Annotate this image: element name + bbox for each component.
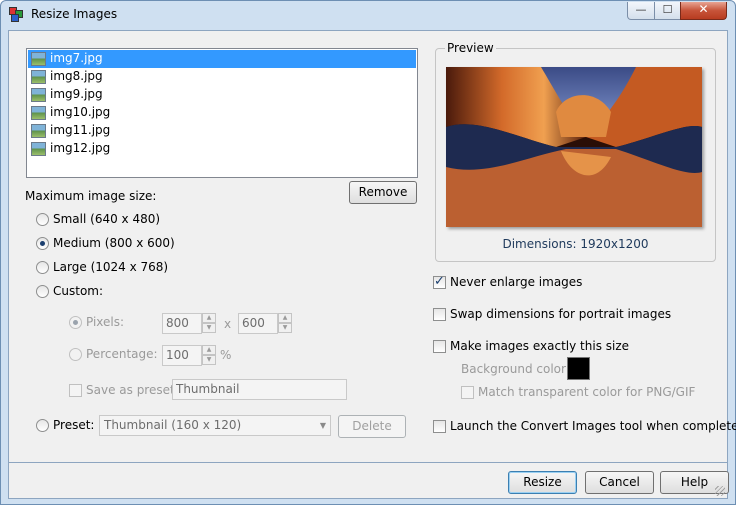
image-file-icon <box>31 52 46 66</box>
launch-convert-label[interactable]: Launch the Convert Images tool when comp… <box>450 419 736 433</box>
times-label: x <box>224 317 232 331</box>
exact-size-label[interactable]: Make images exactly this size <box>450 339 629 353</box>
percentage-stepper[interactable]: ▲ ▼ <box>202 345 216 366</box>
preview-title: Preview <box>445 41 496 55</box>
save-preset-checkbox[interactable] <box>69 384 82 397</box>
preset-label[interactable]: Preset: <box>53 418 94 432</box>
max-size-label: Maximum image size: <box>25 189 157 203</box>
list-item[interactable]: img11.jpg <box>28 122 416 140</box>
minimize-icon: — <box>635 3 647 16</box>
background-color-label: Background color: <box>461 362 570 376</box>
window-title: Resize Images <box>31 7 118 21</box>
title-bar[interactable]: Resize Images — ☐ ✕ <box>1 1 735 29</box>
list-item[interactable]: img9.jpg <box>28 86 416 104</box>
list-item[interactable]: img7.jpg <box>28 50 416 68</box>
percentage-field[interactable]: 100 <box>162 345 202 366</box>
app-icon <box>9 7 25 23</box>
match-transparent-label: Match transparent color for PNG/GIF <box>478 385 696 399</box>
image-file-icon <box>31 124 46 138</box>
save-preset-label: Save as preset: <box>86 383 179 397</box>
resize-button[interactable]: Resize <box>508 471 577 494</box>
cancel-button[interactable]: Cancel <box>585 471 654 494</box>
close-button[interactable]: ✕ <box>680 2 727 20</box>
image-file-icon <box>31 142 46 156</box>
dimensions-label: Dimensions: 1920x1200 <box>502 237 649 251</box>
pixels-label: Pixels: <box>86 315 125 329</box>
list-item[interactable]: img8.jpg <box>28 68 416 86</box>
large-radio[interactable] <box>36 261 49 274</box>
swap-dimensions-label[interactable]: Swap dimensions for portrait images <box>450 307 671 321</box>
dialog-body: img7.jpg img8.jpg img9.jpg img10.jpg img… <box>8 30 736 463</box>
percentage-radio[interactable] <box>69 348 82 361</box>
image-file-icon <box>31 70 46 84</box>
medium-label[interactable]: Medium (800 x 600) <box>53 236 175 250</box>
close-icon: ✕ <box>698 2 709 16</box>
preset-radio[interactable] <box>36 419 49 432</box>
minimize-button[interactable]: — <box>627 2 655 20</box>
remove-button[interactable]: Remove <box>349 181 417 204</box>
small-radio[interactable] <box>36 213 49 226</box>
never-enlarge-checkbox[interactable] <box>433 274 446 289</box>
dialog-footer: Resize Cancel Help <box>8 463 729 499</box>
list-item[interactable]: img10.jpg <box>28 104 416 122</box>
match-transparent-checkbox[interactable] <box>461 386 474 399</box>
width-stepper[interactable]: ▲ ▼ <box>202 313 216 334</box>
image-file-icon <box>31 106 46 120</box>
list-item[interactable]: img12.jpg <box>28 140 416 158</box>
width-field[interactable]: 800 <box>162 313 202 334</box>
height-field[interactable]: 600 <box>238 313 278 334</box>
chevron-down-icon: ▼ <box>319 421 326 430</box>
pixels-radio[interactable] <box>69 316 82 329</box>
background-color-swatch[interactable] <box>567 357 590 380</box>
exact-size-checkbox[interactable] <box>433 340 446 353</box>
delete-preset-button[interactable]: Delete <box>338 415 406 438</box>
height-stepper[interactable]: ▲ ▼ <box>278 313 292 334</box>
preset-name-field[interactable]: Thumbnail <box>172 379 347 400</box>
large-label[interactable]: Large (1024 x 768) <box>53 260 168 274</box>
percentage-label: Percentage: <box>86 347 158 361</box>
percent-sign: % <box>220 348 232 362</box>
maximize-icon: ☐ <box>662 3 673 16</box>
maximize-button[interactable]: ☐ <box>654 2 681 20</box>
preview-image <box>446 67 702 227</box>
image-file-icon <box>31 88 46 102</box>
swap-dimensions-checkbox[interactable] <box>433 308 446 321</box>
canyon-photo <box>446 67 702 227</box>
preset-dropdown[interactable]: Thumbnail (160 x 120) ▼ <box>99 415 331 436</box>
launch-convert-checkbox[interactable] <box>433 420 446 433</box>
resize-grip-icon[interactable] <box>715 486 725 496</box>
medium-radio[interactable] <box>36 237 49 250</box>
never-enlarge-label[interactable]: Never enlarge images <box>450 275 582 289</box>
resize-images-window: Resize Images — ☐ ✕ img7.jpg img8.jpg im… <box>0 0 736 505</box>
file-list[interactable]: img7.jpg img8.jpg img9.jpg img10.jpg img… <box>26 48 418 178</box>
custom-label[interactable]: Custom: <box>53 284 103 298</box>
custom-radio[interactable] <box>36 285 49 298</box>
small-label[interactable]: Small (640 x 480) <box>53 212 160 226</box>
